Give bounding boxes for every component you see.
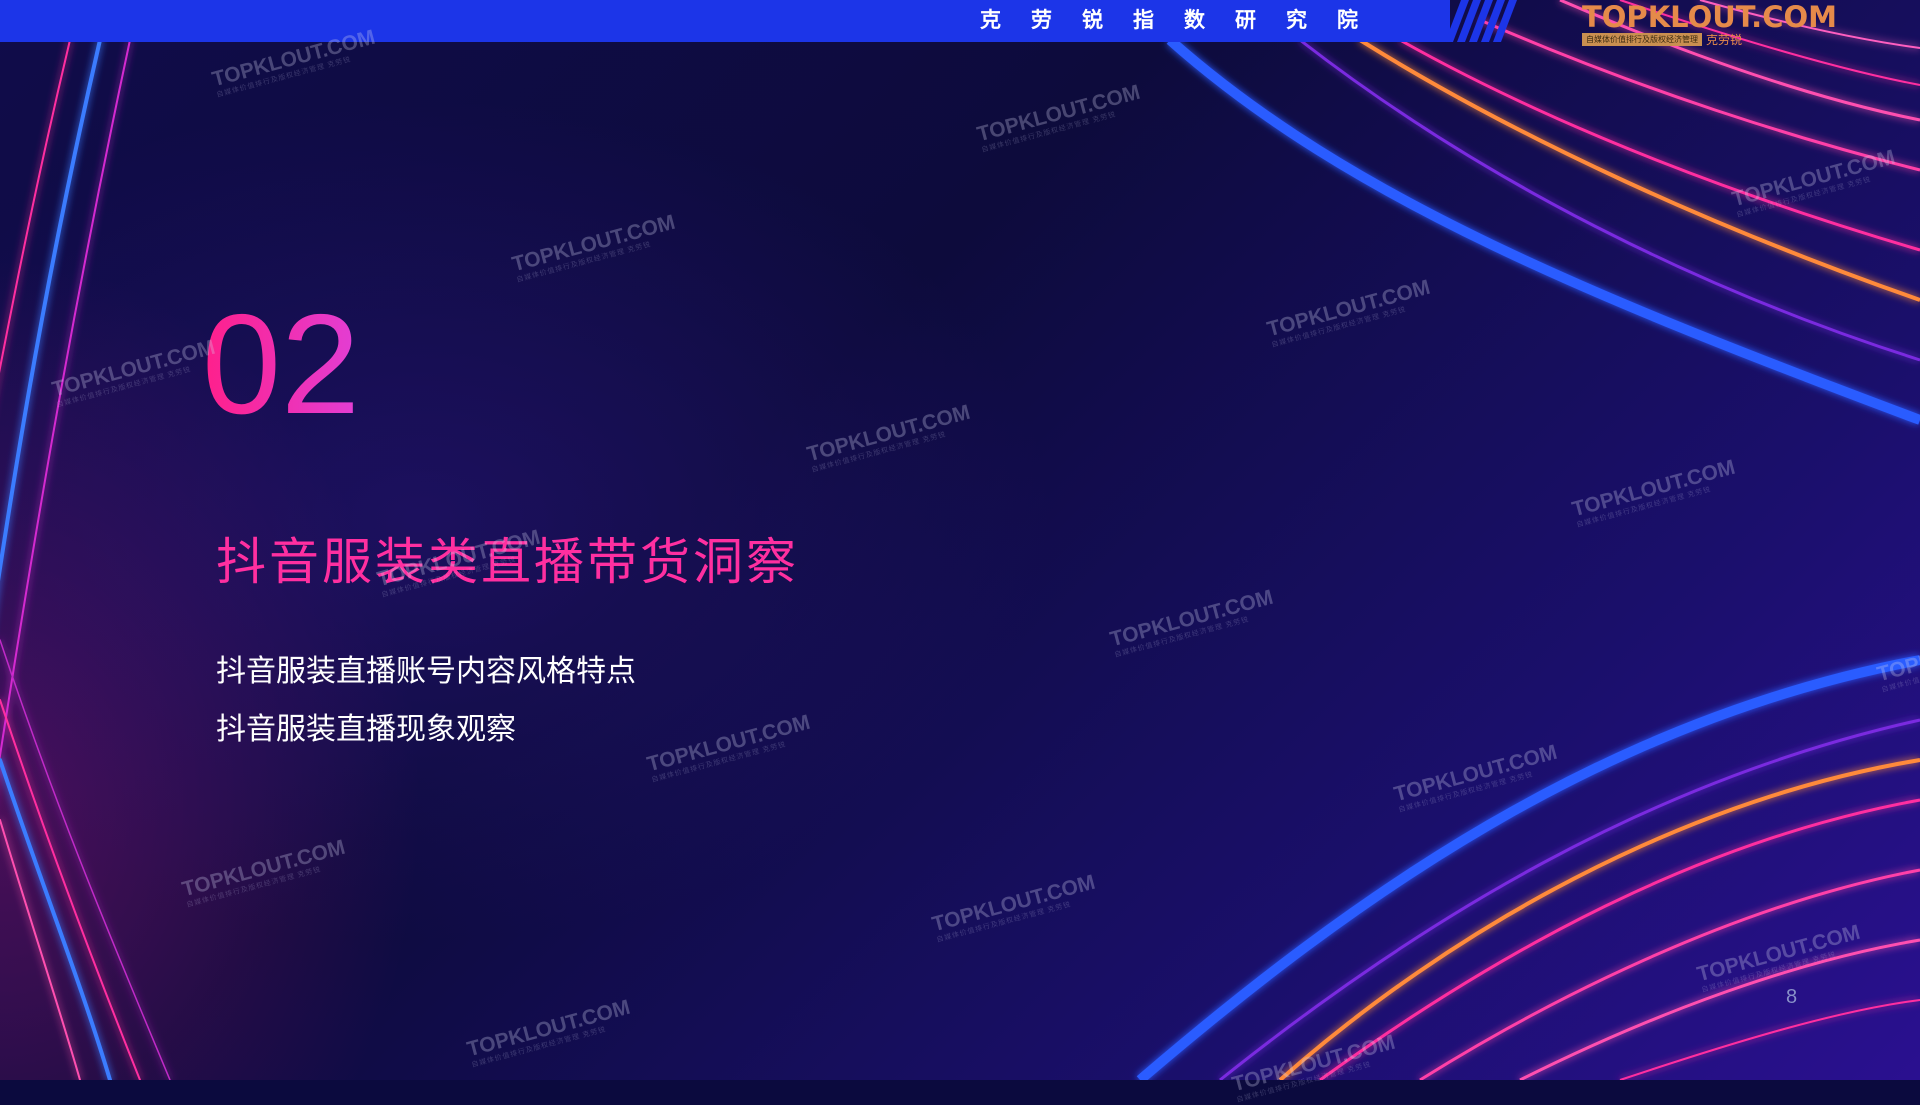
page-number: 8 bbox=[1786, 986, 1797, 1009]
logo-tagline: 自媒体价值排行及版权经济管理 bbox=[1582, 33, 1702, 46]
header-stripes bbox=[1445, 0, 1525, 42]
topklout-logo: TOPKLOUT.COM 自媒体价值排行及版权经济管理 克劳锐 bbox=[1582, 2, 1812, 48]
section-number: 02 bbox=[202, 290, 360, 440]
subtitle-content-style: 抖音服装直播账号内容风格特点 bbox=[216, 652, 636, 692]
logo-brand-cn: 克劳锐 bbox=[1706, 34, 1742, 46]
logo-text: TOPKLOUT.COM bbox=[1582, 2, 1812, 32]
subtitle-phenomenon: 抖音服装直播现象观察 bbox=[216, 710, 516, 750]
institute-name: 克劳锐指数研究院 bbox=[980, 0, 1388, 42]
